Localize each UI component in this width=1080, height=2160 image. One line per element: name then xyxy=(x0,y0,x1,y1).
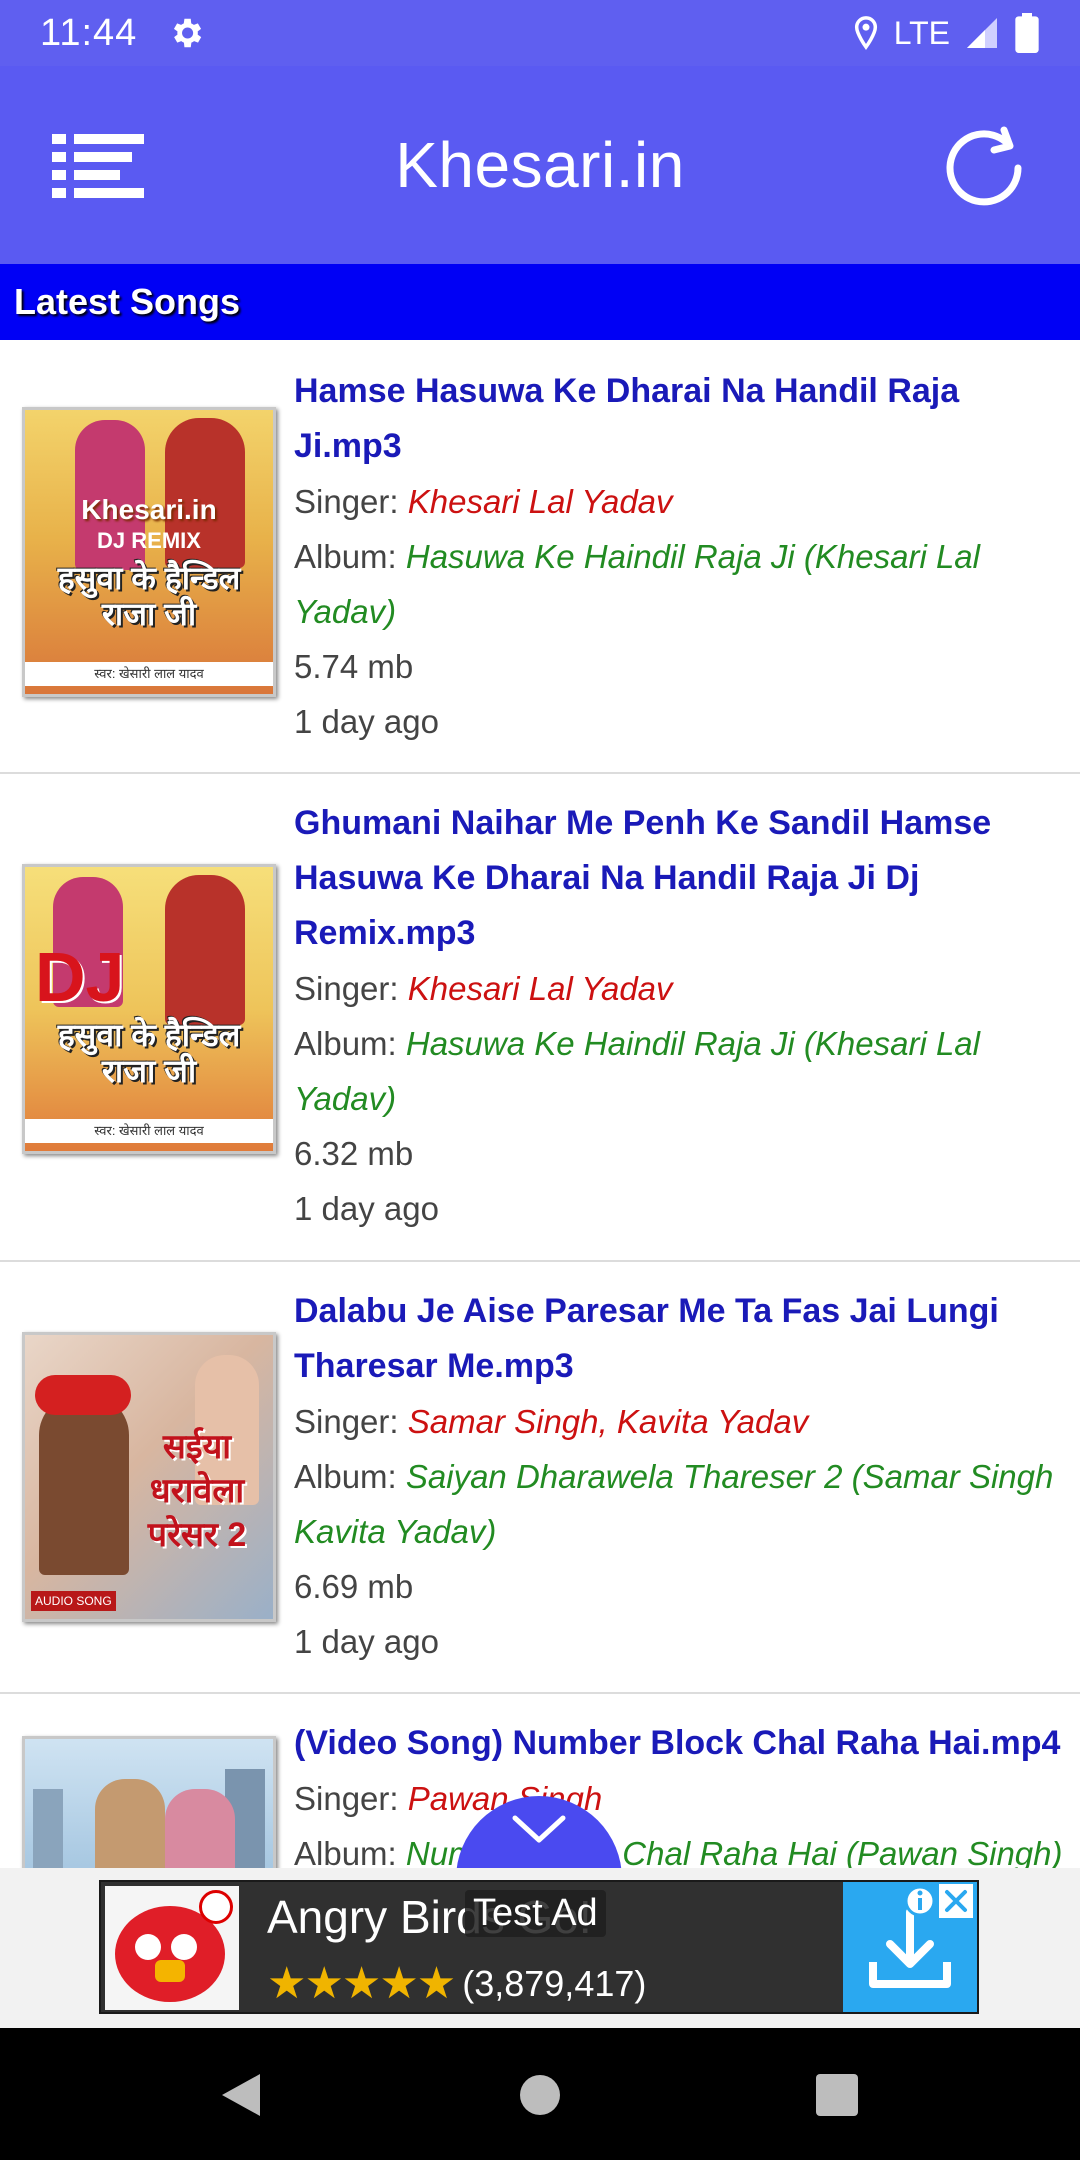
status-bar: 11:44 LTE xyxy=(0,0,1080,66)
album-art-credit: AUDIO SONG xyxy=(31,1591,116,1611)
singer-row: Singer: Pawan Singh xyxy=(294,1771,1066,1826)
network-type: LTE xyxy=(893,14,950,51)
back-triangle-icon xyxy=(222,2074,260,2116)
menu-button[interactable] xyxy=(52,134,144,198)
singer-label: Singer: xyxy=(294,1780,408,1817)
album-label: Album: xyxy=(294,1458,406,1495)
album-row: Album: Hasuwa Ke Haindil Raja Ji (Khesar… xyxy=(294,529,1066,639)
album-row: Album: Number Block Chal Raha Hai (Pawan… xyxy=(294,1826,1066,1868)
test-ad-label: Test Ad xyxy=(465,1890,606,1937)
singer-label: Singer: xyxy=(294,483,408,520)
nav-recents-button[interactable] xyxy=(802,2060,872,2130)
singer-value: Samar Singh, Kavita Yadav xyxy=(407,1403,809,1440)
ad-close-button[interactable] xyxy=(939,1884,973,1918)
info-icon xyxy=(904,1885,936,1917)
signal-icon xyxy=(967,18,997,48)
ad-stars: ★★★★★ xyxy=(267,1959,456,2008)
ad-app-icon xyxy=(105,1886,239,2010)
album-art-credit: स्वर: खेसारी लाल यादव xyxy=(25,662,273,686)
album-art: सईया धरावेला परेसर 2 AUDIO SONG xyxy=(22,1332,276,1622)
singer-value: Khesari Lal Yadav xyxy=(407,483,673,520)
status-time: 11:44 xyxy=(40,11,138,54)
song-item[interactable]: सईया धरावेला परेसर 2 AUDIO SONG Dalabu J… xyxy=(0,1262,1080,1694)
album-row: Album: Hasuwa Ke Haindil Raja Ji (Khesar… xyxy=(294,1016,1066,1126)
album-label: Album: xyxy=(294,538,406,575)
app-title: Khesari.in xyxy=(395,129,685,201)
album-art: DJ हसुवा के हैन्डिल राजा जी स्वर: खेसारी… xyxy=(22,864,276,1154)
close-icon xyxy=(939,1884,973,1918)
ad-rating-count: (3,879,417) xyxy=(462,1962,647,2004)
singer-label: Singer: xyxy=(294,970,408,1007)
refresh-button[interactable] xyxy=(938,122,1030,214)
album-art-title: हसुवा के हैन्डिल राजा जी xyxy=(57,1017,241,1089)
nav-home-button[interactable] xyxy=(505,2060,575,2130)
upload-age: 1 day ago xyxy=(294,703,439,740)
section-header: Latest Songs xyxy=(0,264,1080,340)
settings-gear-icon xyxy=(174,18,202,48)
battery-icon xyxy=(1015,13,1039,53)
upload-age: 1 day ago xyxy=(294,1190,439,1227)
song-info: Hamse Hasuwa Ke Dharai Na Handil Raja Ji… xyxy=(294,364,1066,749)
ad-area: Angry Birds Go! ★★★★★ (3,879,417) Test A… xyxy=(0,1868,1080,2028)
singer-label: Singer: xyxy=(294,1403,408,1440)
song-title[interactable]: Ghumani Naihar Me Penh Ke Sandil Hamse H… xyxy=(294,796,1066,961)
ad-banner[interactable]: Angry Birds Go! ★★★★★ (3,879,417) Test A… xyxy=(99,1880,979,2014)
ad-rating: ★★★★★ (3,879,417) xyxy=(267,1958,646,2009)
recents-square-icon xyxy=(816,2074,858,2116)
song-info: Ghumani Naihar Me Penh Ke Sandil Hamse H… xyxy=(294,796,1066,1236)
file-size: 6.32 mb xyxy=(294,1135,414,1172)
singer-row: Singer: Khesari Lal Yadav xyxy=(294,961,1066,1016)
album-art xyxy=(22,1736,276,1868)
file-size: 6.69 mb xyxy=(294,1568,414,1605)
home-circle-icon xyxy=(520,2075,560,2115)
album-art-title: सईया धरावेला परेसर 2 xyxy=(147,1428,247,1554)
navigation-bar xyxy=(0,2028,1080,2160)
song-title[interactable]: (Video Song) Number Block Chal Raha Hai.… xyxy=(294,1716,1066,1771)
chevron-down-icon xyxy=(512,1815,566,1843)
album-art-sub: DJ REMIX xyxy=(97,528,201,553)
ad-info-button[interactable] xyxy=(903,1884,937,1918)
song-info: Dalabu Je Aise Paresar Me Ta Fas Jai Lun… xyxy=(294,1284,1066,1669)
album-label: Album: xyxy=(294,1835,406,1868)
upload-age: 1 day ago xyxy=(294,1623,439,1660)
song-item[interactable]: Khesari.in DJ REMIX हसुवा के हैन्डिल राज… xyxy=(0,342,1080,774)
album-art-title: हसुवा के हैन्डिल राजा जी xyxy=(57,560,241,632)
location-icon xyxy=(854,16,877,50)
album-art-credit: स्वर: खेसारी लाल यादव xyxy=(25,1119,273,1143)
nav-back-button[interactable] xyxy=(206,2060,276,2130)
app-bar: Khesari.in xyxy=(0,66,1080,264)
song-info: (Video Song) Number Block Chal Raha Hai.… xyxy=(294,1716,1066,1868)
song-title[interactable]: Dalabu Je Aise Paresar Me Ta Fas Jai Lun… xyxy=(294,1284,1066,1394)
album-value: Saiyan Dharawela Thareser 2 (Samar Singh… xyxy=(294,1458,1054,1550)
album-row: Album: Saiyan Dharawela Thareser 2 (Sama… xyxy=(294,1449,1066,1559)
file-size: 5.74 mb xyxy=(294,648,414,685)
song-title[interactable]: Hamse Hasuwa Ke Dharai Na Handil Raja Ji… xyxy=(294,364,1066,474)
singer-row: Singer: Khesari Lal Yadav xyxy=(294,474,1066,529)
album-label: Album: xyxy=(294,1025,406,1062)
list-menu-icon xyxy=(52,134,144,198)
refresh-icon xyxy=(946,126,1022,206)
singer-value: Khesari Lal Yadav xyxy=(407,970,673,1007)
song-item[interactable]: DJ हसुवा के हैन्डिल राजा जी स्वर: खेसारी… xyxy=(0,774,1080,1262)
album-art-brand: DJ xyxy=(35,938,125,1016)
album-art-brand: Khesari.in xyxy=(81,494,217,525)
singer-row: Singer: Samar Singh, Kavita Yadav xyxy=(294,1394,1066,1449)
song-list[interactable]: Khesari.in DJ REMIX हसुवा के हैन्डिल राज… xyxy=(0,342,1080,1868)
album-art: Khesari.in DJ REMIX हसुवा के हैन्डिल राज… xyxy=(22,407,276,697)
